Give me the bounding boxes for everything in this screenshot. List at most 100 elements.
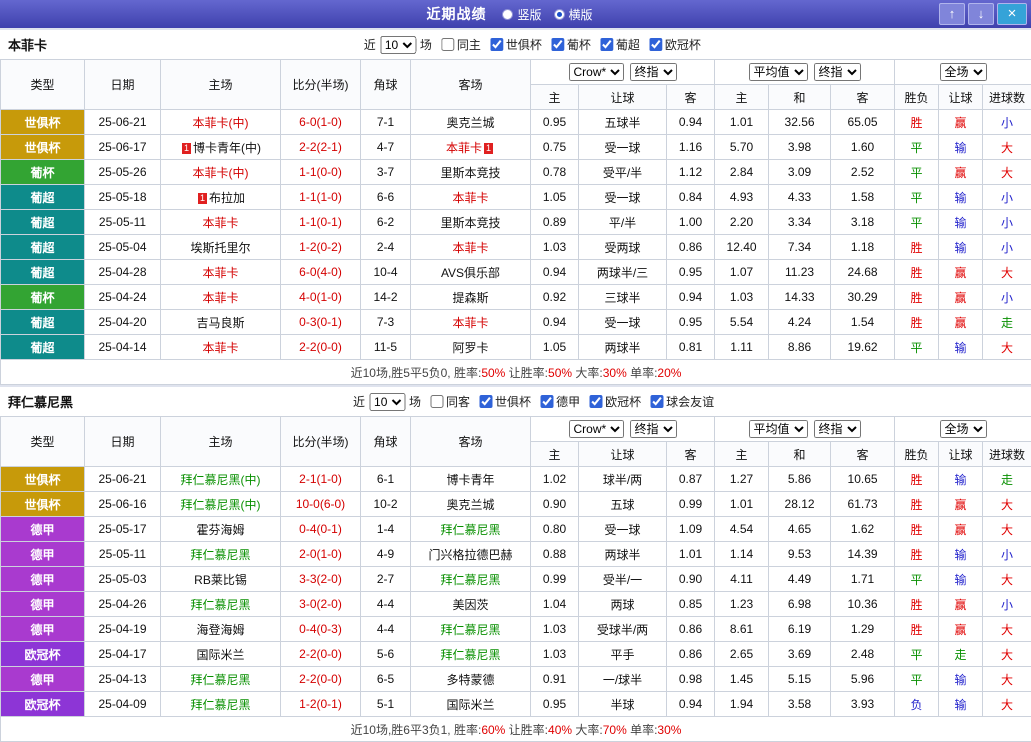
away-team-cell[interactable]: 拜仁慕尼黑 [411, 517, 531, 542]
competition-filter[interactable]: 葡杯 [551, 36, 591, 53]
avg-final-select[interactable]: 终指 [814, 420, 861, 438]
competition-filter[interactable]: 德甲 [540, 393, 580, 410]
home-team-cell[interactable]: 拜仁慕尼黑(中) [161, 467, 281, 492]
away-team-cell[interactable]: 奥克兰城 [411, 110, 531, 135]
home-team-name: 本菲卡(中) [193, 116, 249, 130]
away-team-cell[interactable]: 本菲卡 [411, 235, 531, 260]
away-team-cell[interactable]: 博卡青年 [411, 467, 531, 492]
away-team-cell[interactable]: 本菲卡1 [411, 135, 531, 160]
match-date: 25-06-21 [85, 110, 161, 135]
competition-filter-checkbox[interactable] [650, 395, 663, 408]
result-goals: 大 [983, 667, 1031, 692]
competition-filter[interactable]: 世俱杯 [490, 36, 542, 53]
avg-away: 10.65 [831, 467, 895, 492]
home-team-cell[interactable]: 本菲卡(中) [161, 110, 281, 135]
home-team-cell[interactable]: 霍芬海姆 [161, 517, 281, 542]
odds-final-select[interactable]: 终指 [630, 63, 677, 81]
score: 1-2(0-2) [281, 235, 361, 260]
summary-stat-value: 50% [548, 366, 572, 380]
home-team-cell[interactable]: 本菲卡(中) [161, 160, 281, 185]
away-team-cell[interactable]: 多特蒙德 [411, 667, 531, 692]
odds-source-select[interactable]: Crow* [569, 420, 624, 438]
competition-filter-checkbox[interactable] [490, 38, 503, 51]
same-venue-filter-checkbox[interactable] [441, 38, 454, 51]
avg-final-select[interactable]: 终指 [814, 63, 861, 81]
home-team-cell[interactable]: 埃斯托里尔 [161, 235, 281, 260]
competition-filter-checkbox[interactable] [551, 38, 564, 51]
corners: 6-1 [361, 467, 411, 492]
away-team-cell[interactable]: 提森斯 [411, 285, 531, 310]
home-team-cell[interactable]: 拜仁慕尼黑 [161, 592, 281, 617]
away-team-cell[interactable]: 本菲卡 [411, 310, 531, 335]
away-team-name: 本菲卡 [452, 316, 488, 330]
competition-filter-checkbox[interactable] [589, 395, 602, 408]
away-team-cell[interactable]: 国际米兰 [411, 692, 531, 717]
match-count-select[interactable]: 10 [369, 393, 405, 411]
home-team-cell[interactable]: 拜仁慕尼黑(中) [161, 492, 281, 517]
avg-source-select[interactable]: 平均值 [749, 420, 808, 438]
match-date: 25-06-17 [85, 135, 161, 160]
away-team-cell[interactable]: 拜仁慕尼黑 [411, 642, 531, 667]
away-team-cell[interactable]: 门兴格拉德巴赫 [411, 542, 531, 567]
competition-filter-checkbox[interactable] [540, 395, 553, 408]
layout-radio-horizontal[interactable]: 横版 [554, 6, 593, 23]
avg-home: 1.94 [715, 692, 769, 717]
competition-filter[interactable]: 球会友谊 [650, 393, 714, 410]
scope-select[interactable]: 全场 [940, 420, 987, 438]
away-team-cell[interactable]: 阿罗卡 [411, 335, 531, 360]
match-count-select[interactable]: 10 [380, 36, 416, 54]
same-venue-filter-checkbox[interactable] [430, 395, 443, 408]
home-team-cell[interactable]: 国际米兰 [161, 642, 281, 667]
away-team-cell[interactable]: 里斯本竞技 [411, 210, 531, 235]
odds-home: 1.04 [531, 592, 579, 617]
away-team-cell[interactable]: AVS俱乐部 [411, 260, 531, 285]
avg-draw: 4.49 [769, 567, 831, 592]
competition-filter-checkbox[interactable] [649, 38, 662, 51]
home-team-cell[interactable]: 吉马良斯 [161, 310, 281, 335]
result-handicap: 赢 [939, 310, 983, 335]
away-team-cell[interactable]: 拜仁慕尼黑 [411, 617, 531, 642]
competition-filter-checkbox[interactable] [479, 395, 492, 408]
same-venue-filter[interactable]: 同客 [430, 393, 470, 410]
away-team-cell[interactable]: 美因茨 [411, 592, 531, 617]
header-select-cell: 平均值终指 [715, 60, 895, 85]
home-team-cell[interactable]: 1布拉加 [161, 185, 281, 210]
home-team-cell[interactable]: 本菲卡 [161, 210, 281, 235]
away-team-cell[interactable]: 本菲卡 [411, 185, 531, 210]
move-down-button[interactable]: ↓ [968, 3, 994, 25]
move-up-button[interactable]: ↑ [939, 3, 965, 25]
competition-filter-checkbox[interactable] [600, 38, 613, 51]
close-button[interactable]: × [997, 3, 1027, 25]
home-team-cell[interactable]: RB莱比锡 [161, 567, 281, 592]
result-wdl: 胜 [895, 492, 939, 517]
home-team-cell[interactable]: 拜仁慕尼黑 [161, 692, 281, 717]
odds-home: 1.03 [531, 617, 579, 642]
competition-filter[interactable]: 欧冠杯 [589, 393, 641, 410]
home-team-cell[interactable]: 海登海姆 [161, 617, 281, 642]
avg-away: 14.39 [831, 542, 895, 567]
odds-source-select[interactable]: Crow* [569, 63, 624, 81]
odds-final-select[interactable]: 终指 [630, 420, 677, 438]
competition-filter[interactable]: 欧冠杯 [649, 36, 701, 53]
home-team-cell[interactable]: 1博卡青年(中) [161, 135, 281, 160]
away-team-cell[interactable]: 拜仁慕尼黑 [411, 567, 531, 592]
same-venue-filter[interactable]: 同主 [441, 36, 481, 53]
layout-radio-vertical[interactable]: 竖版 [502, 6, 541, 23]
avg-away: 1.54 [831, 310, 895, 335]
avg-source-select[interactable]: 平均值 [749, 63, 808, 81]
home-team-cell[interactable]: 拜仁慕尼黑 [161, 542, 281, 567]
avg-draw: 5.15 [769, 667, 831, 692]
competition-filter[interactable]: 世俱杯 [479, 393, 531, 410]
home-team-cell[interactable]: 本菲卡 [161, 285, 281, 310]
competition-filter-label: 德甲 [556, 393, 580, 410]
odds-away: 0.94 [667, 110, 715, 135]
scope-select[interactable]: 全场 [940, 63, 987, 81]
avg-home: 1.03 [715, 285, 769, 310]
away-team-cell[interactable]: 奥克兰城 [411, 492, 531, 517]
competition-filter[interactable]: 葡超 [600, 36, 640, 53]
home-team-cell[interactable]: 本菲卡 [161, 335, 281, 360]
away-team-name: 提森斯 [452, 291, 488, 305]
home-team-cell[interactable]: 本菲卡 [161, 260, 281, 285]
away-team-cell[interactable]: 里斯本竞技 [411, 160, 531, 185]
home-team-cell[interactable]: 拜仁慕尼黑 [161, 667, 281, 692]
